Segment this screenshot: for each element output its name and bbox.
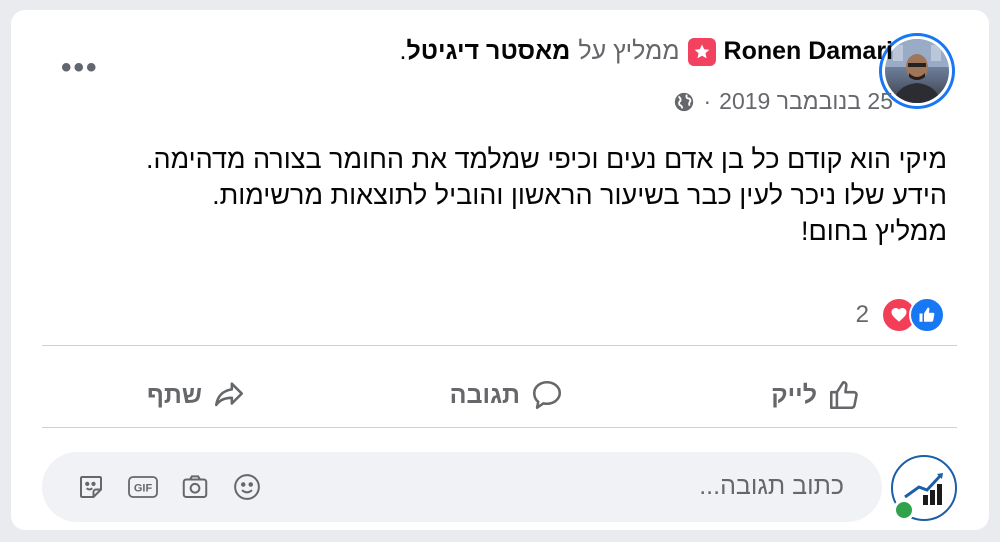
like-label: לייק: [771, 380, 817, 409]
sticker-icon[interactable]: [74, 470, 108, 504]
share-icon: [214, 382, 244, 407]
recommends-text: ממליץ על: [578, 37, 680, 65]
gif-label: GIF: [134, 483, 153, 495]
post-meta: 25 בנובמבר 2019 ·: [673, 88, 893, 115]
post-text-line: הידע שלו ניכר לעין כבר בשיעור הראשון והו…: [212, 180, 947, 210]
share-label: שתף: [147, 380, 202, 409]
like-button[interactable]: לייק: [771, 370, 861, 420]
thumbs-up-icon: [829, 380, 858, 410]
divider-top: [42, 345, 957, 346]
post-header: Ronen Damari ממליץ על מאסטר דיגיטל.: [400, 37, 893, 66]
period: .: [399, 37, 407, 65]
like-reaction-icon: [909, 297, 945, 333]
camera-icon[interactable]: [178, 470, 212, 504]
globe-icon[interactable]: [673, 91, 695, 113]
post-card: Ronen Damari ממליץ על מאסטר דיגיטל. 25 ב…: [11, 10, 989, 530]
gif-icon[interactable]: GIF: [126, 470, 160, 504]
reactions-summary[interactable]: 2: [856, 297, 945, 333]
post-text-line: ממליץ בחום!: [800, 216, 947, 246]
share-button[interactable]: שתף: [147, 370, 246, 420]
post-text-line: מיקי הוא קודם כל בן אדם נעים וכיפי שמלמד…: [146, 144, 947, 174]
comment-label: תגובה: [449, 380, 520, 409]
reaction-count: 2: [855, 301, 869, 328]
recommended-page-name[interactable]: מאסטר דיגיטל: [407, 37, 571, 65]
recommend-icon: [687, 37, 716, 66]
divider-bottom: [42, 427, 957, 428]
comment-placeholder: כתוב תגובה...: [699, 472, 844, 500]
post-date[interactable]: 25 בנובמבר 2019: [719, 88, 893, 115]
comment-input[interactable]: כתוב תגובה... GIF: [42, 452, 882, 522]
author-photo: [885, 39, 949, 103]
more-options-button[interactable]: •••: [61, 53, 99, 83]
emoji-icon[interactable]: [230, 470, 264, 504]
author-name[interactable]: Ronen Damari: [724, 37, 893, 66]
meta-separator: ·: [703, 88, 712, 114]
online-status-indicator: [893, 499, 915, 521]
comment-button[interactable]: תגובה: [450, 370, 564, 420]
post-body: מיקי הוא קודם כל בן אדם נעים וכיפי שמלמד…: [27, 141, 947, 249]
comment-icon: [532, 380, 562, 410]
